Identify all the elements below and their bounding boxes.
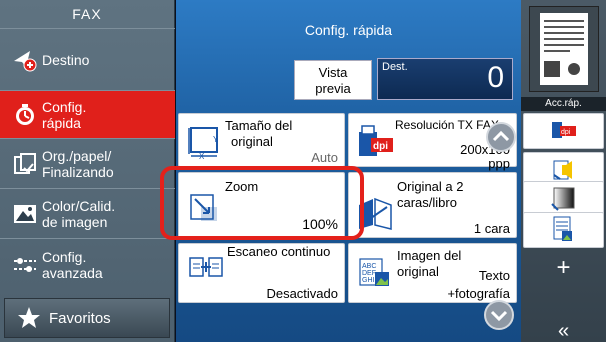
sidebar-item-advanced[interactable]: Config. avanzada (0, 238, 175, 290)
duplex-original-card[interactable]: Original a 2 caras/libro 1 cara (348, 172, 517, 238)
card-title: Imagen del (397, 248, 462, 263)
original-image-card[interactable]: ABC DEF GHI Imagen del original Texto +f… (348, 243, 517, 303)
sidebar-item-label: Finalizando (42, 163, 114, 180)
svg-text:GHI: GHI (362, 277, 375, 284)
original-size-card[interactable]: X Y Tamaño del original Auto (178, 113, 345, 167)
image-quality-icon (14, 204, 36, 223)
scroll-up-button[interactable] (486, 122, 516, 152)
quick-access-label: Acc.ráp. (521, 97, 606, 111)
density-icon (551, 187, 575, 211)
card-value: Auto (311, 150, 338, 165)
collapse-panel-button[interactable]: « (521, 320, 606, 342)
page-title: Config. rápida (304, 22, 393, 38)
sidebar-item-destination[interactable]: Destino (0, 28, 175, 90)
preview-button[interactable]: Vista previa (294, 60, 372, 100)
add-shortcut-button[interactable]: + (521, 254, 606, 282)
chevron-down-icon (490, 310, 508, 322)
dest-label: Dest. (382, 61, 408, 73)
document-thumbnail[interactable] (529, 6, 599, 92)
star-icon (18, 307, 40, 328)
quick-access-panel: Acc.ráp. dpi + « (521, 0, 606, 342)
scroll-down-button[interactable] (484, 300, 514, 330)
svg-text:DEF: DEF (362, 270, 376, 277)
continuous-scan-icon (189, 257, 223, 277)
original-size-icon: X Y (188, 127, 219, 160)
preview-label: previa (315, 81, 351, 96)
dpi-label: dpi (373, 141, 388, 152)
paper-finishing-icon (14, 152, 36, 174)
svg-text:Y: Y (213, 135, 219, 144)
svg-text:X: X (199, 152, 205, 160)
resolution-icon: dpi (359, 125, 393, 156)
destination-counter: Dest. 0 (377, 58, 513, 100)
sidebar-title: FAX (72, 6, 102, 22)
stopwatch-icon (16, 103, 34, 125)
card-value: Desactivado (266, 286, 338, 301)
card-title: Escaneo continuo (227, 244, 331, 259)
card-value: 1 cara (473, 221, 510, 236)
favorites-label: Favoritos (49, 309, 111, 327)
function-sidebar: FAX Destino Config. rápida Org./papel/ F… (0, 0, 175, 342)
preview-label: Vista (318, 65, 348, 80)
dest-count: 0 (487, 61, 504, 94)
sidebar-item-label: Color/Calid. (42, 197, 116, 214)
sidebar-item-color-quality[interactable]: Color/Calid. de imagen (0, 188, 175, 238)
card-title: original (231, 134, 273, 149)
card-title: original (397, 264, 439, 279)
sidebar-item-label: rápida (42, 114, 81, 131)
zoom-highlight-frame (160, 166, 364, 240)
sidebar-item-label: Config. (42, 248, 87, 265)
sidebar-item-label: de imagen (42, 213, 108, 230)
card-value: Texto (478, 268, 510, 283)
sidebar-item-label: Config. (42, 98, 87, 115)
card-title: Tamaño del (225, 118, 293, 133)
sidebar-item-quick-setup[interactable]: Config. rápida (0, 90, 175, 138)
fax-send-icon (14, 50, 37, 71)
favorites-button[interactable]: Favoritos (4, 298, 170, 338)
chevron-up-icon (492, 130, 510, 142)
sidebar-item-label: avanzada (42, 264, 103, 281)
sidebar-item-label: Destino (42, 51, 90, 68)
sliders-icon (14, 257, 36, 272)
sidebar-item-label: Org./papel/ (42, 147, 112, 164)
document-preview-icon (540, 13, 588, 85)
card-title: Original a 2 (397, 179, 464, 194)
text-photo-icon: ABC DEF GHI (359, 258, 389, 286)
continuous-scan-card[interactable]: Escaneo continuo Desactivado (178, 243, 345, 303)
sidebar-item-org-paper[interactable]: Org./papel/ Finalizando (0, 138, 175, 188)
card-title: Resolución TX FAX (395, 118, 499, 132)
card-value: +fotografía (447, 286, 510, 301)
dpi-label: dpi (561, 129, 571, 136)
svg-text:ABC: ABC (362, 263, 376, 270)
resolution-shortcut-icon: dpi (552, 122, 576, 138)
card-value: ppp (488, 156, 510, 171)
quick-access-resolution[interactable]: dpi (523, 113, 604, 149)
quick-access-image-type[interactable] (523, 212, 604, 248)
card-title: caras/libro (397, 195, 457, 210)
text-photo-shortcut-icon (553, 216, 572, 241)
